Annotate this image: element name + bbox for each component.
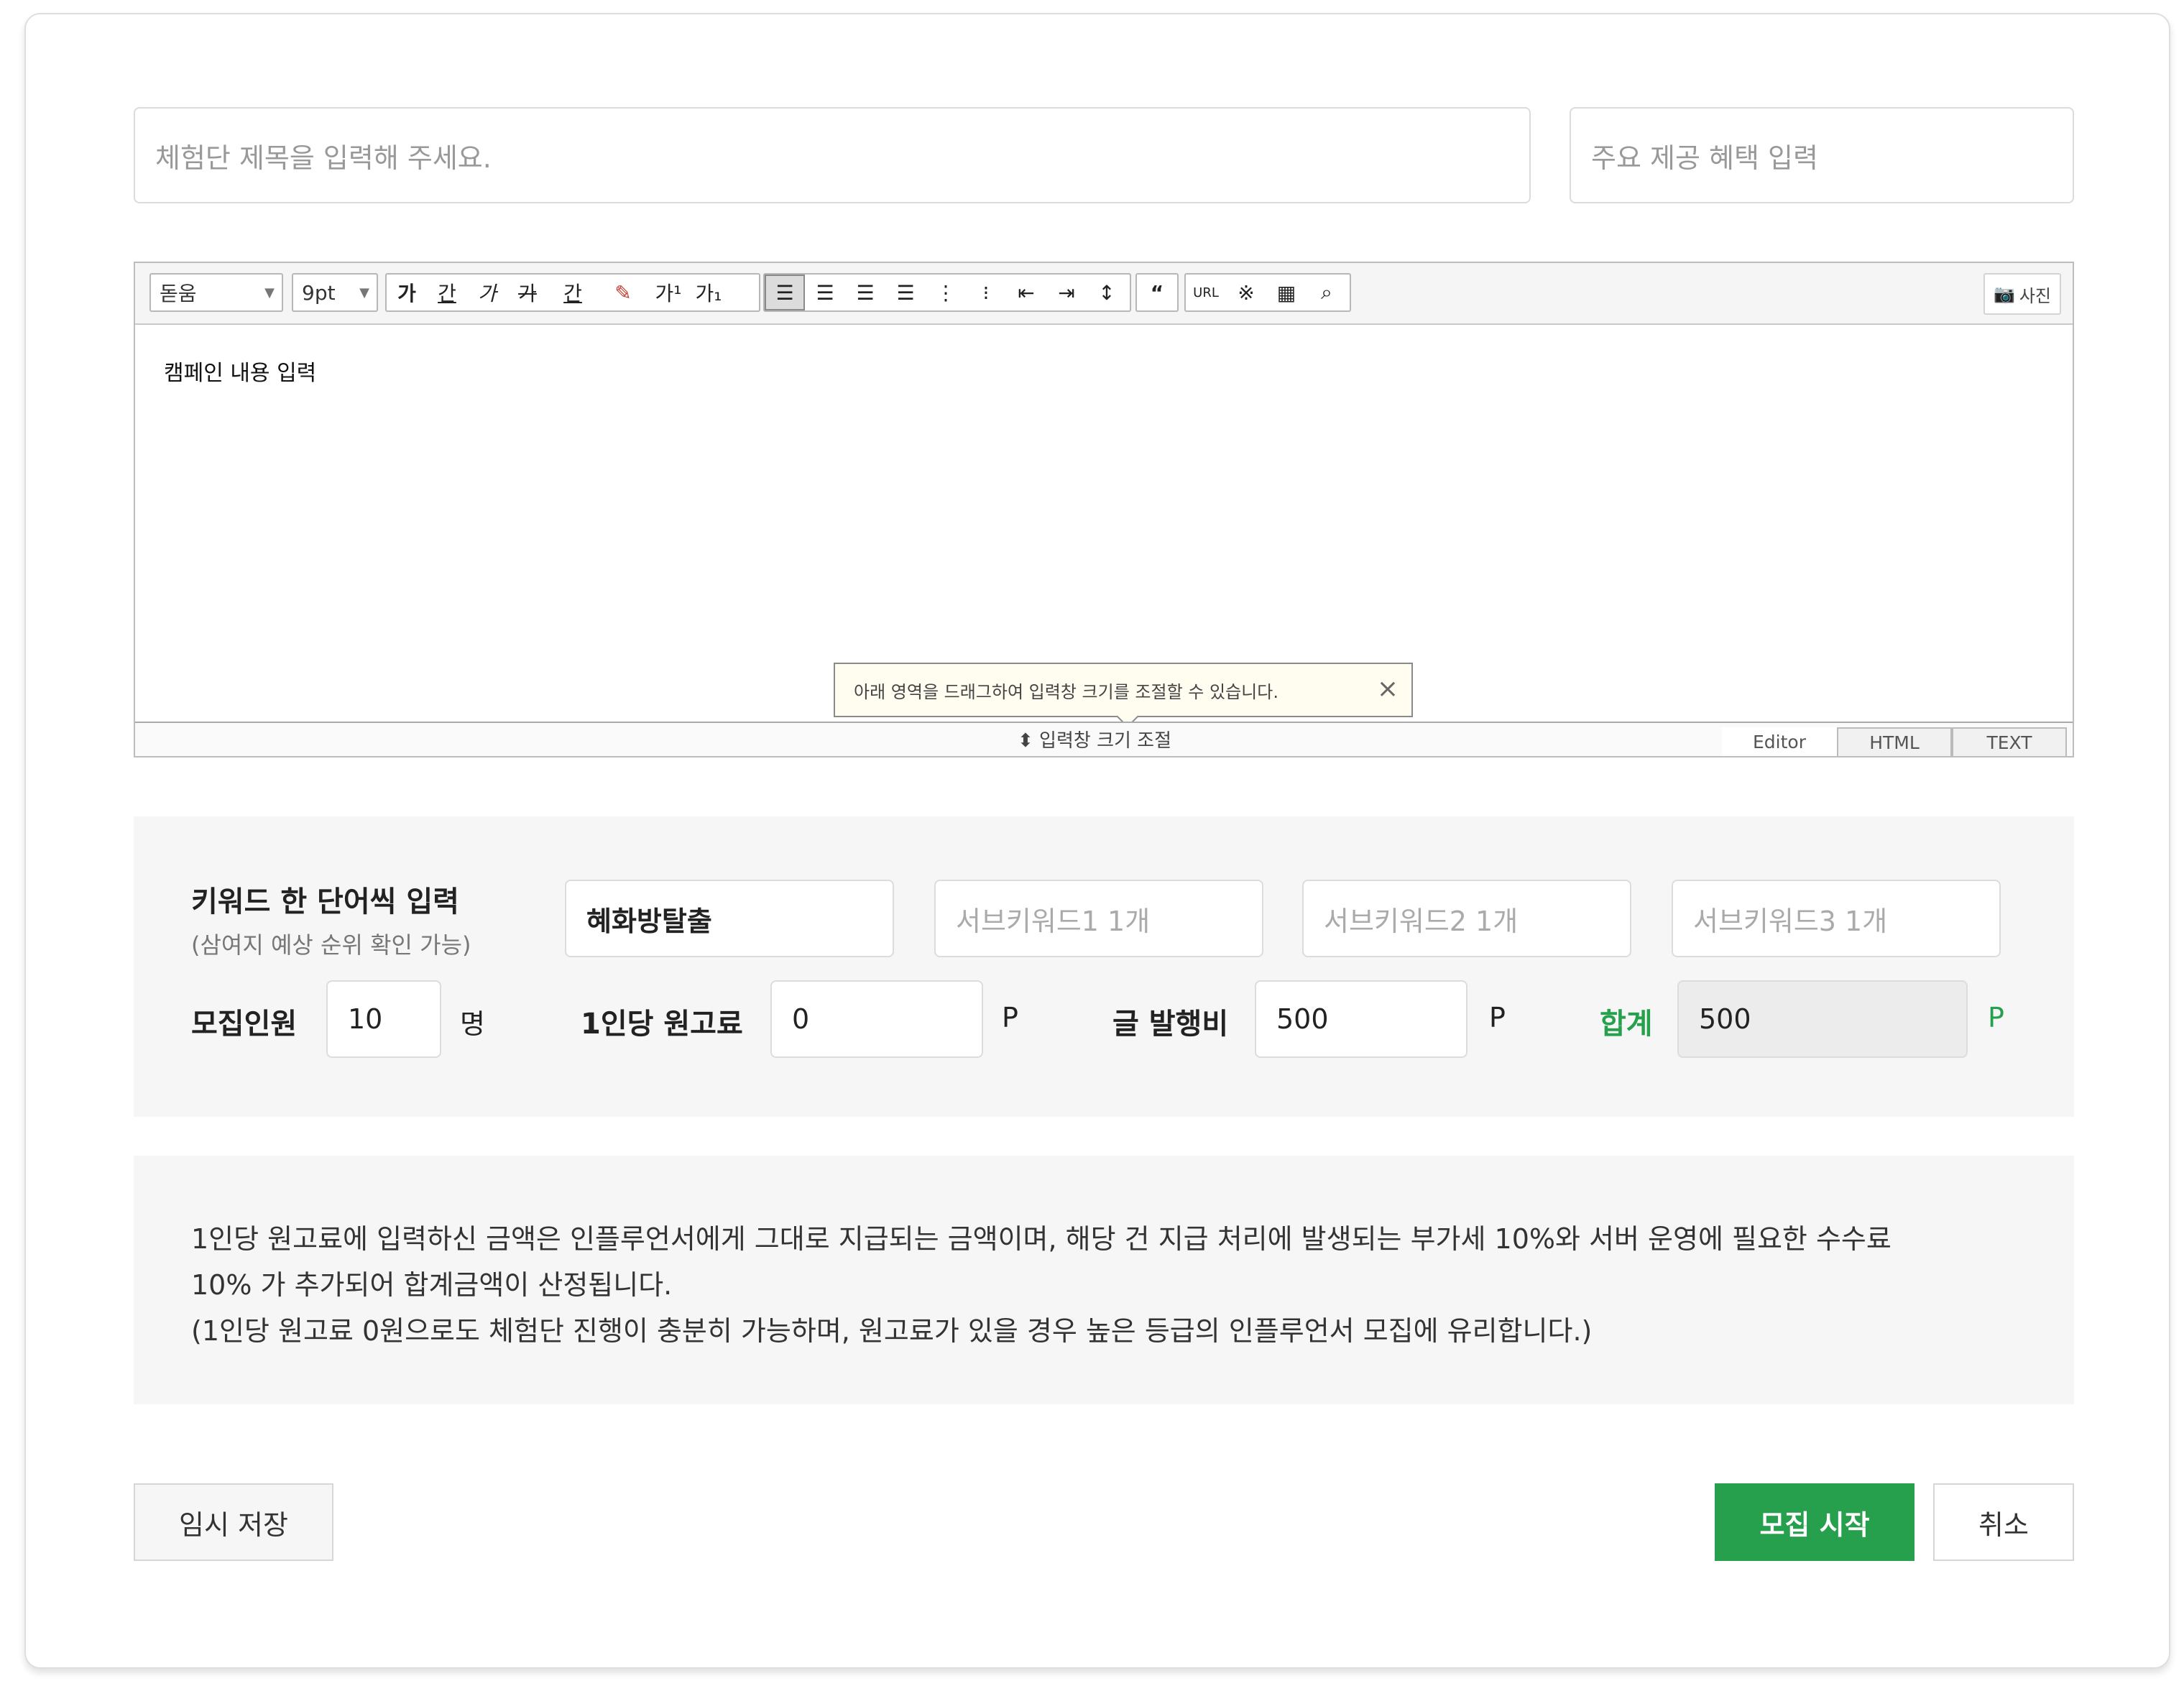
special-char-icon[interactable]: ※: [1226, 275, 1266, 310]
photo-button[interactable]: 📷 사진: [1983, 273, 2061, 315]
notice-line-2: 10% 가 추가되어 합계금액이 산정됩니다.: [191, 1269, 673, 1301]
align-right-icon[interactable]: ☰: [845, 275, 885, 310]
fee-label: 1인당 원고료: [581, 1008, 743, 1041]
bullet-list-icon[interactable]: ⁝: [966, 275, 1006, 310]
title-input[interactable]: 체험단 제목을 입력해 주세요.: [134, 107, 1531, 203]
sub-keyword-2-placeholder: 서브키워드2 1개: [1324, 905, 1519, 937]
insert-group: URL ※ ▦ ⌕: [1184, 273, 1351, 312]
align-center-icon[interactable]: ☰: [805, 275, 845, 310]
link-icon[interactable]: URL: [1186, 275, 1226, 310]
resize-tooltip: 아래 영역을 드래그하여 입력창 크기를 조절할 수 있습니다. ×: [834, 663, 1413, 717]
text-format-group: 가 간 가 가 간 ✎ 가¹ 가₁: [385, 273, 760, 312]
publish-fee-input[interactable]: 500: [1255, 980, 1467, 1058]
editor-toolbar: 돋움 ▼ 9pt ▼ 가 간 가 가 간 ✎ 가¹ 가₁ ☰ ☰ ☰ ☰ ⋮ ⁝…: [135, 263, 2073, 325]
keyword-sublabel: (삼여지 예상 순위 확인 가능): [191, 931, 471, 959]
close-icon[interactable]: ×: [1377, 674, 1399, 704]
fee-notice: 1인당 원고료에 입력하신 금액은 인플루언서에게 그대로 지급되는 금액이며,…: [134, 1156, 2074, 1404]
font-family-select[interactable]: 돋움 ▼: [149, 273, 283, 312]
benefit-input[interactable]: 주요 제공 혜택 입력: [1570, 107, 2074, 203]
subscript-button[interactable]: 가₁: [688, 275, 729, 310]
resize-label: ⬍ 입력창 크기 조절: [1018, 730, 1172, 752]
resize-tooltip-text: 아래 영역을 드래그하여 입력창 크기를 조절할 수 있습니다.: [854, 681, 1278, 702]
strikethrough-button[interactable]: 가: [507, 275, 548, 310]
fee-input[interactable]: 0: [770, 980, 983, 1058]
italic-button[interactable]: 가: [467, 275, 507, 310]
tab-text[interactable]: TEXT: [1952, 727, 2067, 756]
recruit-unit: 명: [460, 1008, 485, 1040]
highlight-icon[interactable]: ✎: [598, 275, 648, 310]
publish-fee-label: 글 발행비: [1112, 1008, 1229, 1041]
underline-button[interactable]: 간: [427, 275, 467, 310]
sub-keyword-2-input[interactable]: 서브키워드2 1개: [1302, 880, 1631, 957]
tab-editor[interactable]: Editor: [1722, 727, 1837, 756]
recruit-count-value: 10: [348, 1003, 383, 1035]
temp-save-button[interactable]: 임시 저장: [134, 1483, 333, 1561]
settings-panel: [134, 816, 2074, 1117]
start-recruit-button[interactable]: 모집 시작: [1715, 1483, 1915, 1561]
sub-keyword-3-placeholder: 서브키워드3 1개: [1693, 905, 1888, 937]
resize-handle[interactable]: ⬍ 입력창 크기 조절 Editor HTML TEXT: [135, 722, 2073, 756]
recruit-count-input[interactable]: 10: [326, 980, 441, 1058]
font-size-value: 9pt: [302, 280, 336, 305]
quote-icon[interactable]: “: [1137, 275, 1177, 310]
rich-text-editor: 돋움 ▼ 9pt ▼ 가 간 가 가 간 ✎ 가¹ 가₁ ☰ ☰ ☰ ☰ ⋮ ⁝…: [134, 262, 2074, 757]
notice-line-1: 1인당 원고료에 입력하신 금액은 인플루언서에게 그대로 지급되는 금액이며,…: [191, 1223, 1892, 1255]
font-size-select[interactable]: 9pt ▼: [292, 273, 378, 312]
camera-icon: 📷: [1993, 284, 2015, 304]
total-unit: P: [1988, 1002, 2004, 1033]
outdent-icon[interactable]: ⇤: [1006, 275, 1046, 310]
chevron-down-icon: ▼: [264, 285, 275, 300]
main-keyword-input[interactable]: 혜화방탈출: [565, 880, 894, 957]
keyword-label: 키워드 한 단어씩 입력: [191, 885, 459, 918]
superscript-button[interactable]: 가¹: [648, 275, 688, 310]
total-label: 합계: [1600, 1008, 1653, 1041]
recruit-label: 모집인원: [191, 1008, 298, 1041]
font-color-button[interactable]: 간: [548, 275, 598, 310]
font-family-value: 돋움: [160, 282, 197, 305]
sub-keyword-3-input[interactable]: 서브키워드3 1개: [1672, 880, 2001, 957]
fee-unit: P: [1002, 1002, 1018, 1033]
search-icon[interactable]: ⌕: [1307, 275, 1347, 310]
sub-keyword-1-placeholder: 서브키워드1 1개: [956, 905, 1151, 937]
total-value: 500: [1699, 1003, 1751, 1035]
chevron-down-icon: ▼: [359, 285, 369, 300]
align-left-icon[interactable]: ☰: [765, 275, 805, 310]
align-justify-icon[interactable]: ☰: [885, 275, 926, 310]
publish-fee-unit: P: [1489, 1002, 1506, 1033]
ordered-list-icon[interactable]: ⋮: [926, 275, 966, 310]
publish-fee-value: 500: [1276, 1003, 1329, 1035]
indent-icon[interactable]: ⇥: [1046, 275, 1087, 310]
tab-html[interactable]: HTML: [1837, 727, 1952, 756]
sub-keyword-1-input[interactable]: 서브키워드1 1개: [934, 880, 1263, 957]
notice-line-3: (1인당 원고료 0원으로도 체험단 진행이 충분히 가능하며, 원고료가 있을…: [191, 1315, 1593, 1347]
main-keyword-value: 혜화방탈출: [586, 905, 712, 937]
cancel-button[interactable]: 취소: [1933, 1483, 2074, 1561]
table-icon[interactable]: ▦: [1266, 275, 1307, 310]
quote-group: “: [1135, 273, 1179, 312]
bold-button[interactable]: 가: [387, 275, 427, 310]
total-field: 500: [1677, 980, 1968, 1058]
fee-value: 0: [792, 1003, 810, 1035]
photo-button-label: 사진: [2019, 285, 2051, 306]
editor-content[interactable]: 캠페인 내용 입력: [164, 355, 316, 387]
paragraph-group: ☰ ☰ ☰ ☰ ⋮ ⁝ ⇤ ⇥ ↕: [763, 273, 1131, 312]
line-height-icon[interactable]: ↕: [1087, 275, 1127, 310]
editor-mode-tabs: Editor HTML TEXT: [1722, 727, 2067, 756]
benefit-placeholder: 주요 제공 혜택 입력: [1591, 142, 1818, 174]
title-placeholder: 체험단 제목을 입력해 주세요.: [155, 142, 492, 174]
